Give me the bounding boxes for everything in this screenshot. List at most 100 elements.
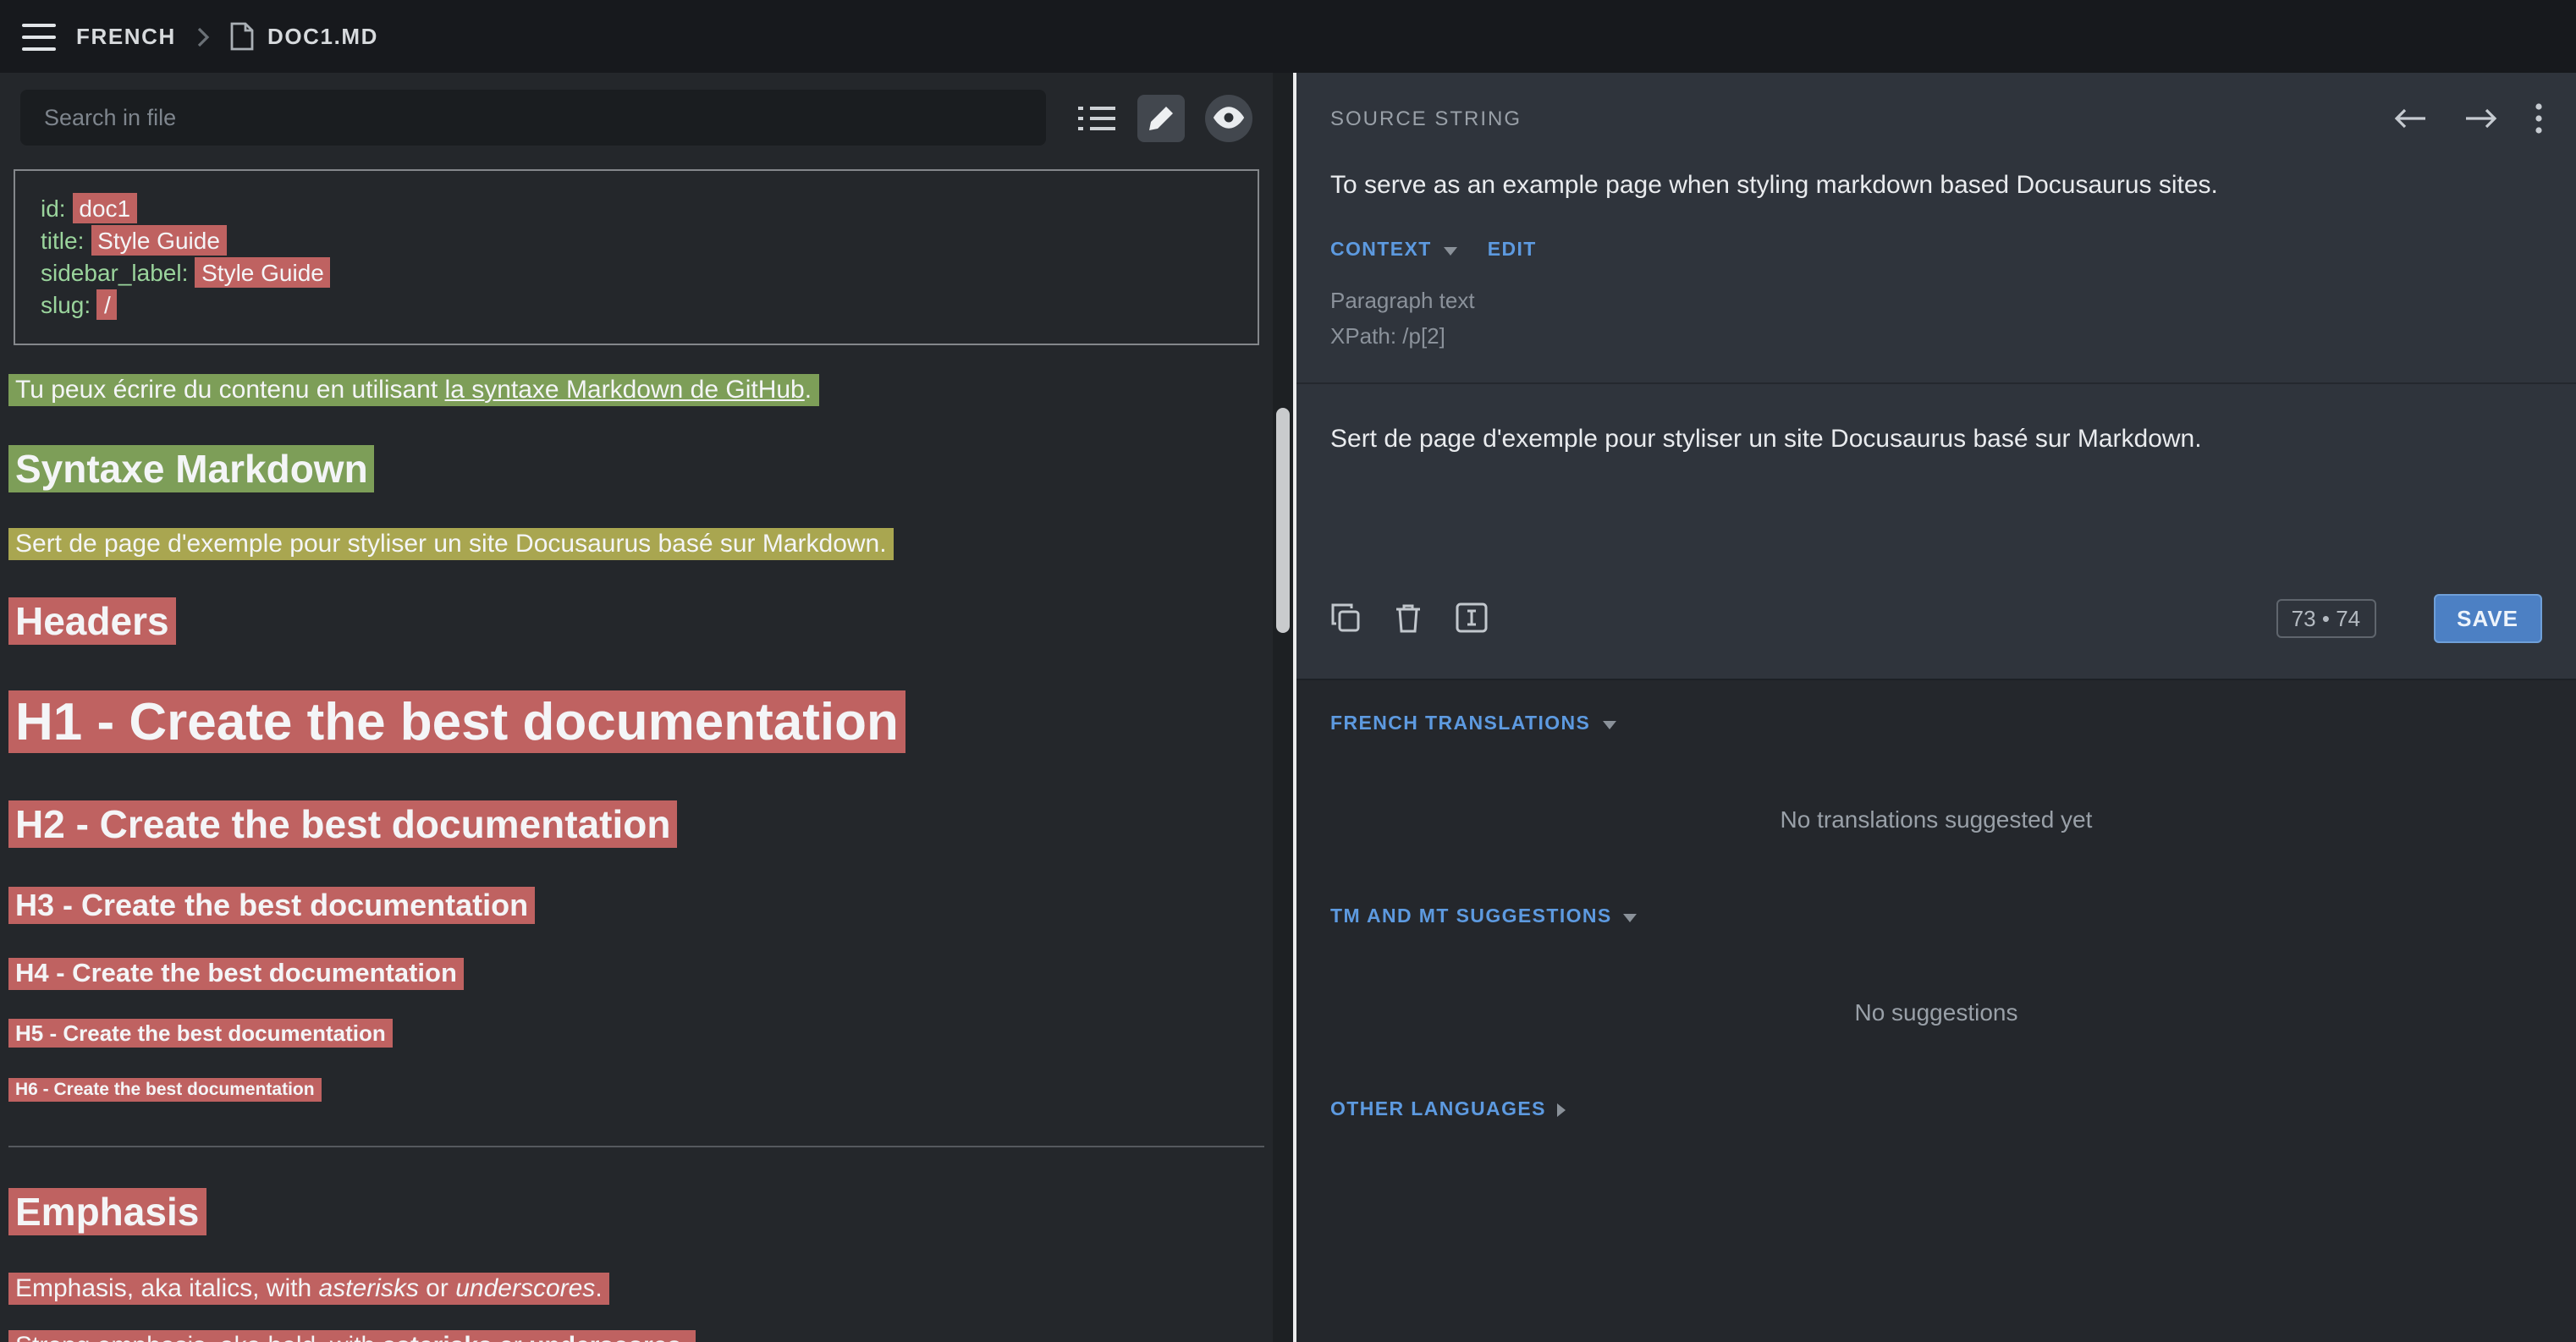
- counter-source: 73: [2292, 605, 2316, 630]
- doc-string-headers-heading[interactable]: Headers: [8, 598, 176, 646]
- edit-mode-button[interactable]: [1137, 94, 1185, 141]
- frontmatter-key: title:: [41, 227, 84, 254]
- arrow-right-icon: [2464, 107, 2498, 130]
- search-row: [0, 73, 1273, 159]
- list-icon: [1078, 104, 1115, 131]
- strong-bold: asterisks: [383, 1333, 493, 1342]
- strong-bold: underscores: [529, 1333, 681, 1342]
- french-translations-empty-text: No translations suggested yet: [1330, 806, 2542, 833]
- doc-string-h6[interactable]: H6 - Create the best documentation: [8, 1077, 322, 1101]
- doc-string-active[interactable]: Sert de page d'exemple pour styliser un …: [8, 527, 894, 559]
- doc-string-markdown-heading[interactable]: Syntaxe Markdown: [8, 445, 375, 492]
- arrow-left-icon: [2393, 107, 2427, 130]
- chevron-down-icon: [1444, 246, 1457, 255]
- doc-string-h4[interactable]: H4 - Create the best documentation: [8, 958, 464, 990]
- doc-heading: H5 - Create the best documentation: [8, 1021, 1264, 1049]
- doc-string-frontmatter-id[interactable]: doc1: [72, 193, 137, 223]
- doc-string-frontmatter-slug[interactable]: /: [97, 289, 118, 320]
- markdown-syntax-link[interactable]: la syntaxe Markdown de GitHub: [445, 376, 805, 404]
- context-xpath-text: XPath: /p[2]: [1330, 323, 2542, 349]
- context-type-text: Paragraph text: [1330, 288, 2542, 313]
- french-translations-toggle[interactable]: FRENCH TRANSLATIONS: [1330, 714, 1616, 734]
- vertical-dots-icon: [2535, 103, 2542, 134]
- intro-text-suffix: .: [805, 376, 812, 404]
- doc-string-emphasis[interactable]: Emphasis, aka italics, with asterisks or…: [8, 1272, 609, 1304]
- emphasis-text: or: [419, 1273, 455, 1302]
- counter-separator: •: [2322, 605, 2330, 630]
- emphasis-text: Emphasis, aka italics, with: [15, 1273, 318, 1302]
- translation-editor-section: Sert de page d'exemple pour styliser un …: [1296, 384, 2576, 680]
- doc-string-frontmatter-sidebar-label[interactable]: Style Guide: [195, 257, 331, 288]
- save-button[interactable]: SAVE: [2433, 593, 2542, 642]
- breadcrumb-file-item[interactable]: DOC1.MD: [230, 22, 378, 51]
- doc-heading: Emphasis: [8, 1188, 1264, 1237]
- editor-toolbar: 73 • 74 SAVE: [1330, 587, 2542, 648]
- text-direction-button[interactable]: [1456, 602, 1488, 633]
- doc-string-h3[interactable]: H3 - Create the best documentation: [8, 886, 535, 923]
- doc-string-h5[interactable]: H5 - Create the best documentation: [8, 1020, 393, 1048]
- preview-mode-button[interactable]: [1205, 94, 1252, 141]
- frontmatter-key: sidebar_label:: [41, 259, 188, 286]
- breadcrumb-file-label: DOC1.MD: [267, 24, 378, 49]
- frontmatter-line: title: Style Guide: [41, 225, 1232, 257]
- doc-paragraph: Tu peux écrire du contenu en utilisant l…: [8, 376, 1264, 408]
- app-window: FRENCH DOC1.MD i: [0, 0, 2576, 1342]
- strings-list-button[interactable]: [1073, 94, 1120, 141]
- doc-string-h2[interactable]: H2 - Create the best documentation: [8, 800, 677, 848]
- frontmatter-line: id: doc1: [41, 193, 1232, 225]
- doc-heading: H2 - Create the best documentation: [8, 800, 1264, 850]
- french-translations-label: FRENCH TRANSLATIONS: [1330, 714, 1590, 734]
- topbar: FRENCH DOC1.MD: [0, 0, 2576, 73]
- edit-context-link[interactable]: EDIT: [1488, 240, 1537, 261]
- chevron-down-icon: [1602, 720, 1616, 729]
- doc-string-emphasis-heading[interactable]: Emphasis: [8, 1188, 206, 1235]
- doc-heading: H4 - Create the best documentation: [8, 958, 1264, 991]
- eye-icon: [1212, 107, 1246, 129]
- emphasis-italic: underscores: [455, 1273, 595, 1302]
- clear-translation-button[interactable]: [1395, 602, 1422, 633]
- strong-text: .: [681, 1333, 688, 1342]
- doc-string-h1[interactable]: H1 - Create the best documentation: [8, 690, 905, 753]
- file-preview-panel: id: doc1 title: Style Guide sidebar_labe…: [0, 73, 1273, 1342]
- suggestions-section: FRENCH TRANSLATIONS No translations sugg…: [1296, 680, 2576, 1342]
- search-input[interactable]: [20, 90, 1046, 146]
- copy-source-button[interactable]: [1330, 602, 1361, 633]
- emphasis-text: .: [595, 1273, 602, 1302]
- frontmatter-line: sidebar_label: Style Guide: [41, 257, 1232, 289]
- other-languages-toggle[interactable]: OTHER LANGUAGES: [1330, 1100, 1566, 1120]
- doc-string-strong[interactable]: Strong emphasis, aka bold, with asterisk…: [8, 1331, 696, 1342]
- frontmatter-line: slug: /: [41, 289, 1232, 322]
- previous-string-button[interactable]: [2393, 107, 2427, 130]
- horizontal-rule: [8, 1146, 1264, 1147]
- doc-string-intro[interactable]: Tu peux écrire du contenu en utilisant l…: [8, 374, 818, 406]
- counter-translation: 74: [2336, 605, 2360, 630]
- doc-heading: H1 - Create the best documentation: [8, 690, 1264, 756]
- translation-input[interactable]: Sert de page d'exemple pour styliser un …: [1330, 425, 2542, 587]
- next-string-button[interactable]: [2464, 107, 2498, 130]
- doc-string-frontmatter-title[interactable]: Style Guide: [91, 225, 227, 256]
- breadcrumb-project[interactable]: FRENCH: [76, 24, 176, 49]
- file-icon: [230, 22, 254, 51]
- strong-text: Strong emphasis, aka bold, with: [15, 1333, 383, 1342]
- frontmatter-key: slug:: [41, 291, 91, 318]
- doc-paragraph: Strong emphasis, aka bold, with asterisk…: [8, 1333, 1264, 1342]
- context-toggle[interactable]: CONTEXT: [1330, 240, 1457, 261]
- doc-heading: Syntaxe Markdown: [8, 445, 1264, 494]
- document-preview: id: doc1 title: Style Guide sidebar_labe…: [0, 159, 1273, 1342]
- copy-icon: [1330, 602, 1361, 633]
- chevron-right-icon: [1558, 1103, 1566, 1117]
- hamburger-menu-icon[interactable]: [22, 23, 56, 50]
- more-options-button[interactable]: [2535, 103, 2542, 134]
- emphasis-italic: asterisks: [318, 1273, 418, 1302]
- tm-mt-suggestions-toggle[interactable]: TM AND MT SUGGESTIONS: [1330, 907, 1638, 927]
- source-string-text: To serve as an example page when styling…: [1330, 171, 2542, 200]
- doc-heading: H3 - Create the best documentation: [8, 886, 1264, 924]
- doc-paragraph: Sert de page d'exemple pour styliser un …: [8, 529, 1264, 561]
- left-panel-scrollbar[interactable]: [1273, 73, 1293, 1342]
- trash-icon: [1395, 602, 1422, 633]
- other-languages-label: OTHER LANGUAGES: [1330, 1100, 1546, 1120]
- scrollbar-thumb[interactable]: [1276, 408, 1290, 633]
- doc-heading: Headers: [8, 598, 1264, 647]
- frontmatter-block: id: doc1 title: Style Guide sidebar_labe…: [14, 169, 1259, 345]
- translation-panel: SOURCE STRING To serve as an example p: [1296, 73, 2576, 1342]
